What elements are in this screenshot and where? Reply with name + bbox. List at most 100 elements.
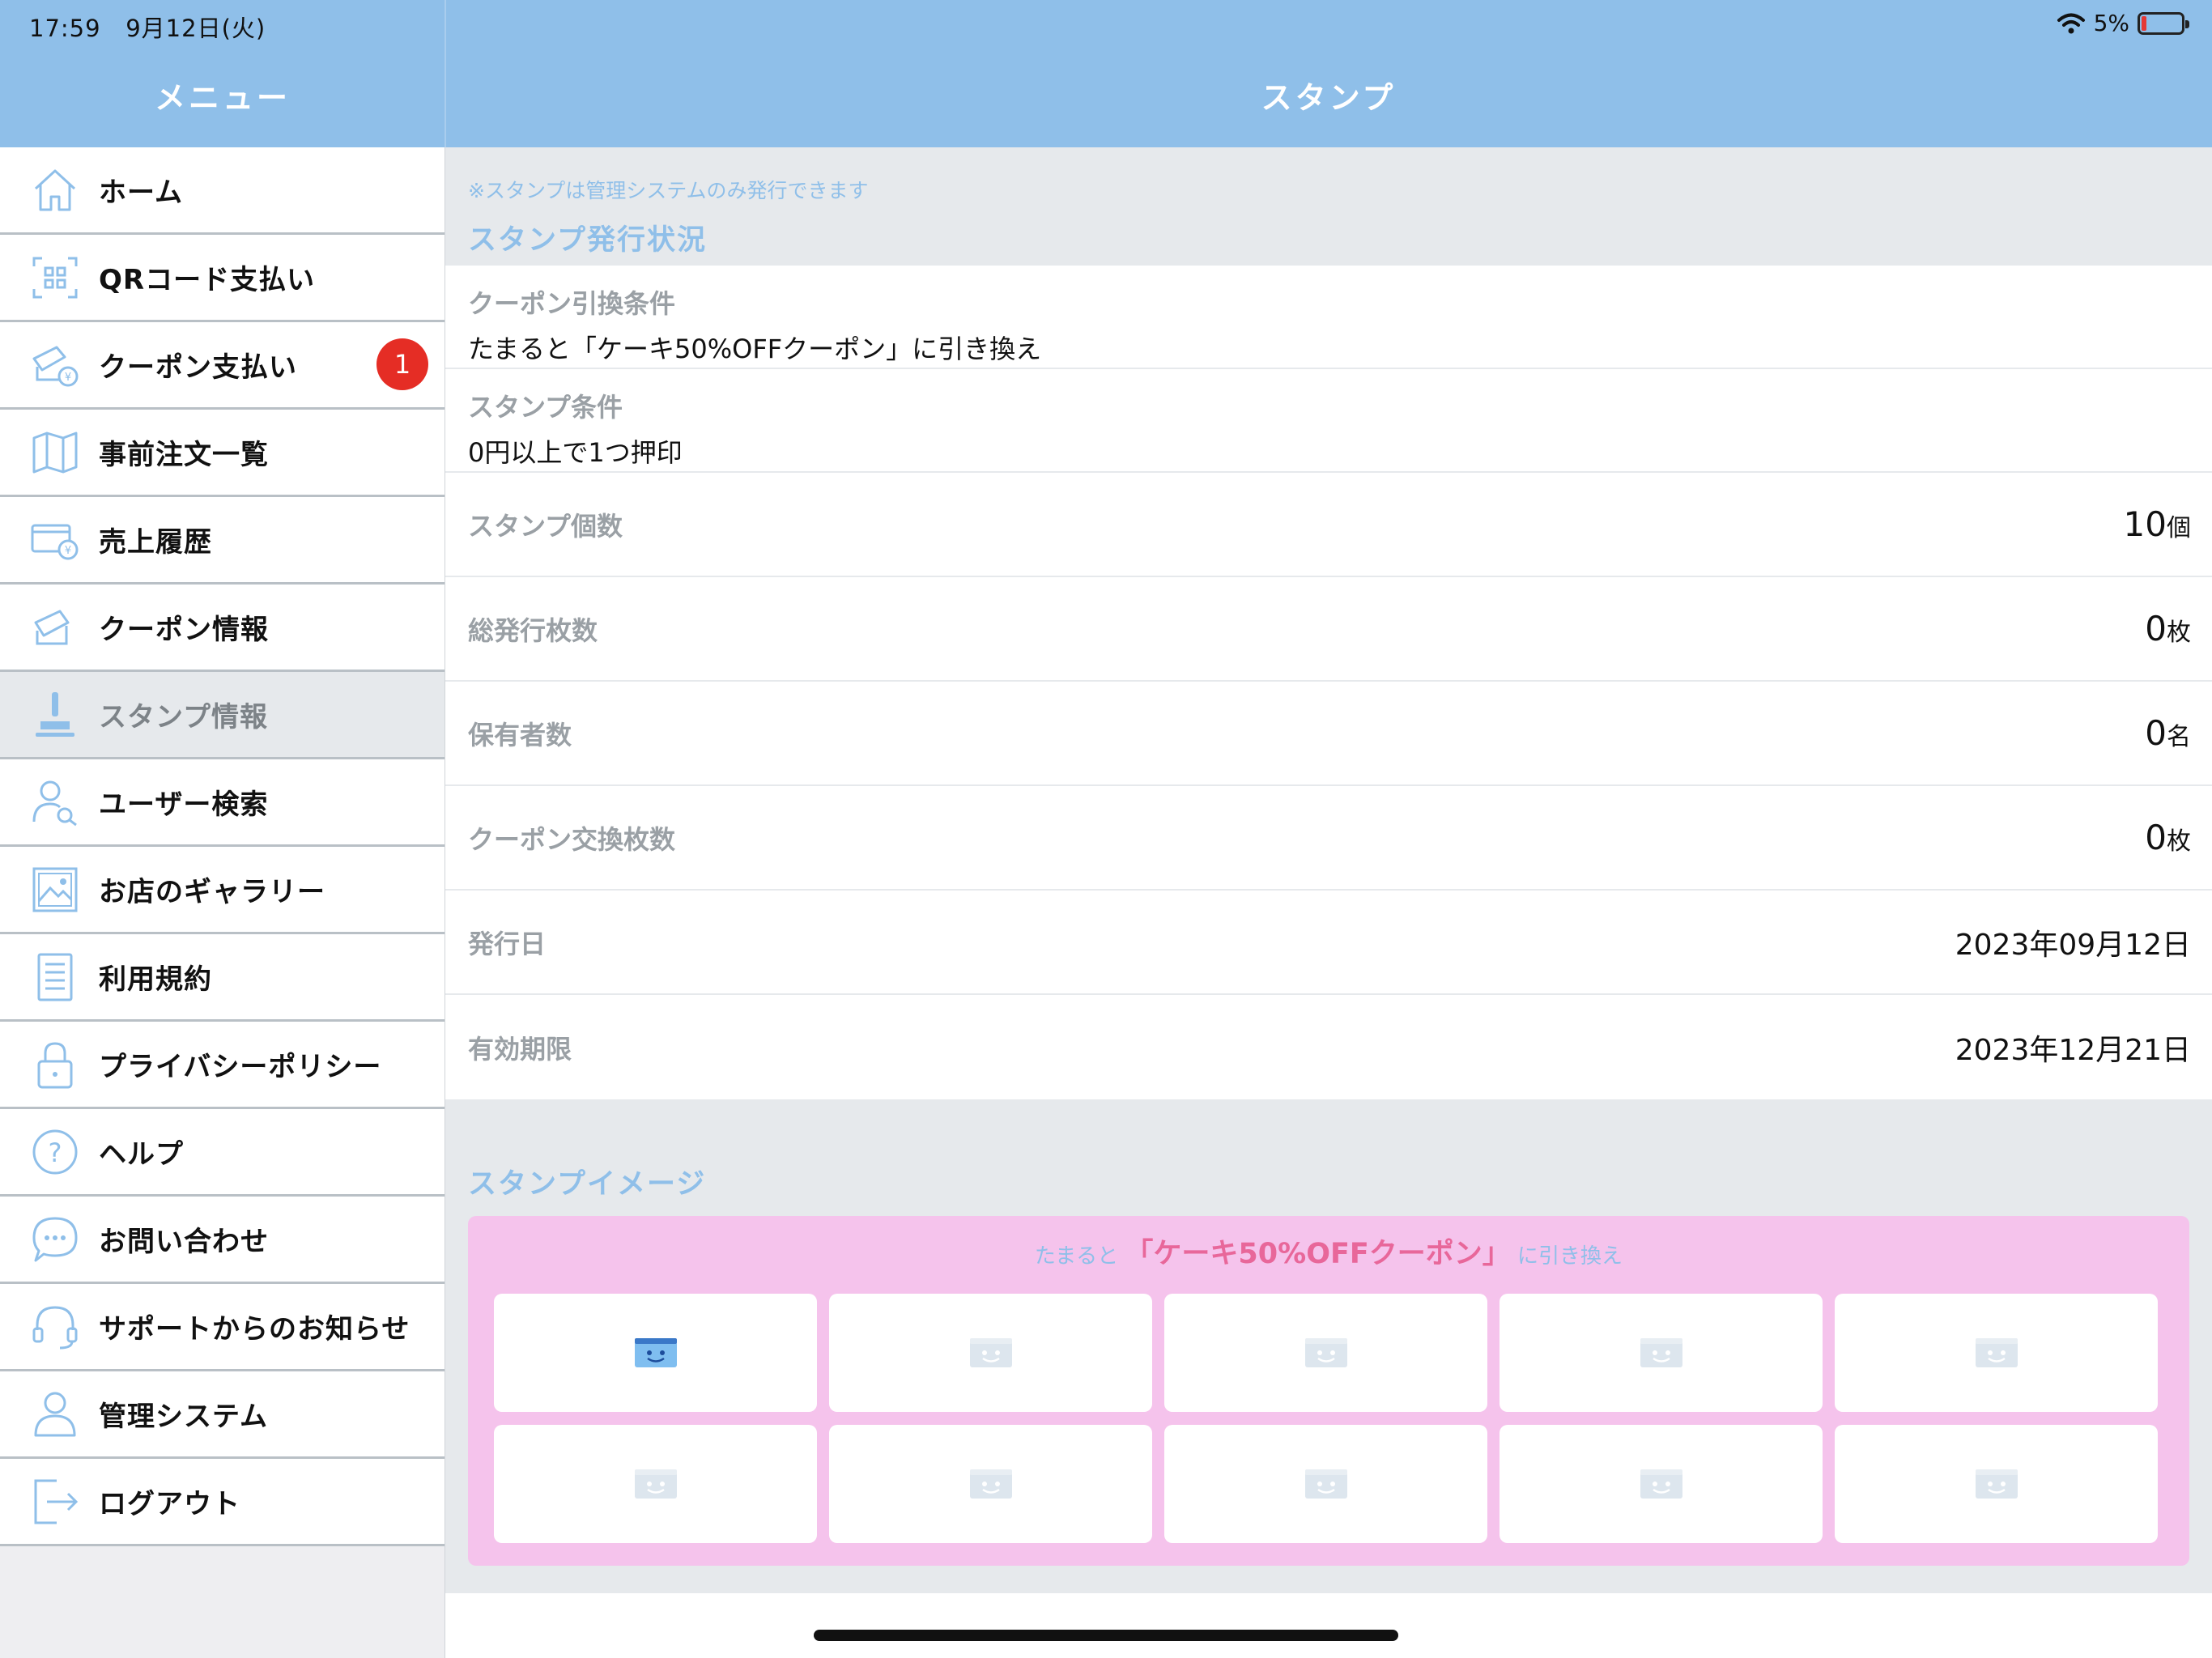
sidebar-item-label: クーポン情報	[99, 614, 269, 646]
sidebar-item-qr-payment[interactable]: QRコード支払い	[0, 235, 445, 322]
row-label: 発行日	[468, 928, 547, 959]
row-label: 保有者数	[468, 719, 572, 750]
row-value: 10個	[2123, 504, 2191, 544]
gallery-icon	[29, 864, 81, 916]
stamp-slot-empty	[1164, 1294, 1487, 1412]
sidebar-item-preorders[interactable]: 事前注文一覧	[0, 410, 445, 497]
issue-date-row: 発行日 2023年09月12日	[445, 891, 2212, 995]
status-indicators: 5%	[2057, 10, 2189, 36]
document-icon	[29, 951, 81, 1003]
status-time: 17:59 9月12日(火)	[29, 10, 266, 44]
issue-status-title: スタンプ発行状況	[468, 224, 707, 257]
stamp-icon	[29, 689, 81, 741]
sidebar-item-sales-history[interactable]: ¥ 売上履歴	[0, 497, 445, 585]
sidebar-item-admin-system[interactable]: 管理システム	[0, 1371, 445, 1459]
stamp-slot-empty	[1499, 1294, 1823, 1412]
sidebar-item-home[interactable]: ホーム	[0, 147, 445, 235]
total-issued-row: 総発行枚数 0枚	[445, 577, 2212, 682]
stamp-grid	[494, 1294, 2158, 1543]
sidebar-item-support-news[interactable]: サポートからのお知らせ	[0, 1284, 445, 1371]
coupon-condition-value: たまると「ケーキ50%OFFクーポン」に引き換え	[468, 334, 1042, 364]
stamp-face-icon	[1975, 1469, 2018, 1499]
stamp-slot-empty	[829, 1294, 1152, 1412]
battery-icon	[2138, 11, 2189, 35]
map-icon	[29, 427, 81, 478]
chat-icon	[29, 1214, 81, 1265]
sidebar-item-user-search[interactable]: ユーザー検索	[0, 759, 445, 847]
stamp-info-card: クーポン引換条件 たまると「ケーキ50%OFFクーポン」に引き換え スタンプ条件…	[445, 266, 2212, 1099]
sidebar-item-privacy-policy[interactable]: プライバシーポリシー	[0, 1022, 445, 1109]
coupon-condition-label: クーポン引換条件	[468, 288, 676, 319]
stamp-face-icon	[969, 1338, 1012, 1367]
coupon-icon	[29, 602, 81, 653]
expiry-date-row: 有効期限 2023年12月21日	[445, 995, 2212, 1099]
svg-text:¥: ¥	[65, 372, 71, 384]
sidebar-item-label: スタンプ情報	[99, 701, 268, 733]
stamp-count-row: スタンプ個数 10個	[445, 473, 2212, 577]
help-icon: ?	[29, 1126, 81, 1178]
sidebar-item-label: プライバシーポリシー	[99, 1051, 382, 1083]
home-icon	[29, 164, 81, 216]
sidebar-item-label: サポートからのお知らせ	[99, 1313, 410, 1346]
stamp-slot-empty	[1835, 1425, 2158, 1543]
sidebar-item-help[interactable]: ? ヘルプ	[0, 1109, 445, 1197]
sidebar-item-contact[interactable]: お問い合わせ	[0, 1197, 445, 1284]
stamp-face-icon	[1975, 1338, 2018, 1367]
svg-text:?: ?	[49, 1137, 62, 1168]
sidebar-item-label: ホーム	[99, 176, 183, 209]
stamp-face-icon	[969, 1469, 1012, 1499]
stamp-slot-empty	[1499, 1425, 1823, 1543]
row-value: 0枚	[2145, 818, 2191, 857]
stamp-face-icon	[1640, 1338, 1682, 1367]
sidebar: ホーム QRコード支払い ¥ クーポン支払い 1 事前注文一覧 ¥ 売上履歴 ク…	[0, 147, 445, 1658]
sidebar-item-label: 売上履歴	[99, 526, 212, 559]
battery-percent: 5%	[2093, 10, 2129, 36]
sidebar-item-terms[interactable]: 利用規約	[0, 934, 445, 1022]
sidebar-item-label: ユーザー検索	[99, 789, 269, 821]
coupon-condition: クーポン引換条件 たまると「ケーキ50%OFFクーポン」に引き換え	[445, 266, 2212, 369]
card-yen-icon: ¥	[29, 514, 81, 566]
logout-icon	[29, 1476, 81, 1528]
sidebar-item-label: 利用規約	[99, 963, 212, 996]
row-value: 2023年09月12日	[1955, 928, 2191, 962]
stamp-card-caption: たまると 「ケーキ50%OFFクーポン」 に引き換え	[1034, 1238, 1623, 1270]
home-indicator[interactable]	[814, 1630, 1398, 1641]
admin-only-note: ※スタンプは管理システムのみ発行できます	[468, 179, 869, 202]
stamp-image-title: スタンプイメージ	[468, 1168, 707, 1201]
sidebar-item-label: 管理システム	[99, 1401, 268, 1433]
sidebar-item-gallery[interactable]: お店のギャラリー	[0, 847, 445, 934]
status-clock: 17:59	[29, 15, 101, 42]
sidebar-item-coupon-payment[interactable]: ¥ クーポン支払い 1	[0, 322, 445, 410]
sidebar-item-label: お店のギャラリー	[99, 876, 325, 908]
sidebar-item-logout[interactable]: ログアウト	[0, 1459, 445, 1546]
status-date: 9月12日(火)	[125, 15, 266, 42]
stamp-slot-empty	[1835, 1294, 2158, 1412]
sidebar-item-label: ヘルプ	[99, 1138, 184, 1171]
notification-badge: 1	[376, 338, 428, 390]
row-value: 0名	[2145, 713, 2191, 753]
bottom-area	[445, 1593, 2212, 1658]
stamp-condition-value: 0円以上で1つ押印	[468, 437, 683, 468]
stamp-face-icon	[1304, 1469, 1347, 1499]
sidebar-item-stamp-info[interactable]: スタンプ情報	[0, 672, 445, 759]
sidebar-item-label: 事前注文一覧	[99, 439, 269, 471]
row-label: 総発行枚数	[468, 614, 598, 646]
holders-row: 保有者数 0名	[445, 682, 2212, 786]
coupon-pay-icon: ¥	[29, 339, 81, 391]
user-icon	[29, 1388, 81, 1440]
row-label: クーポン交換枚数	[468, 823, 676, 855]
stamp-card: たまると 「ケーキ50%OFFクーポン」 に引き換え	[468, 1216, 2189, 1566]
svg-text:¥: ¥	[65, 545, 71, 557]
sidebar-item-label: ログアウト	[99, 1488, 240, 1520]
sidebar-item-coupon-info[interactable]: クーポン情報	[0, 585, 445, 672]
main-content: ※スタンプは管理システムのみ発行できます スタンプ発行状況 クーポン引換条件 た…	[445, 147, 2212, 1658]
menu-title: メニュー	[154, 80, 291, 116]
user-search-icon	[29, 776, 81, 828]
sidebar-item-label: お問い合わせ	[99, 1226, 269, 1258]
wifi-icon	[2057, 12, 2086, 35]
stamp-slot-empty	[494, 1425, 817, 1543]
row-label: 有効期限	[468, 1033, 572, 1065]
page-title: スタンプ	[1261, 80, 1397, 116]
stamp-face-icon	[1304, 1338, 1347, 1367]
stamp-face-icon	[634, 1338, 677, 1367]
